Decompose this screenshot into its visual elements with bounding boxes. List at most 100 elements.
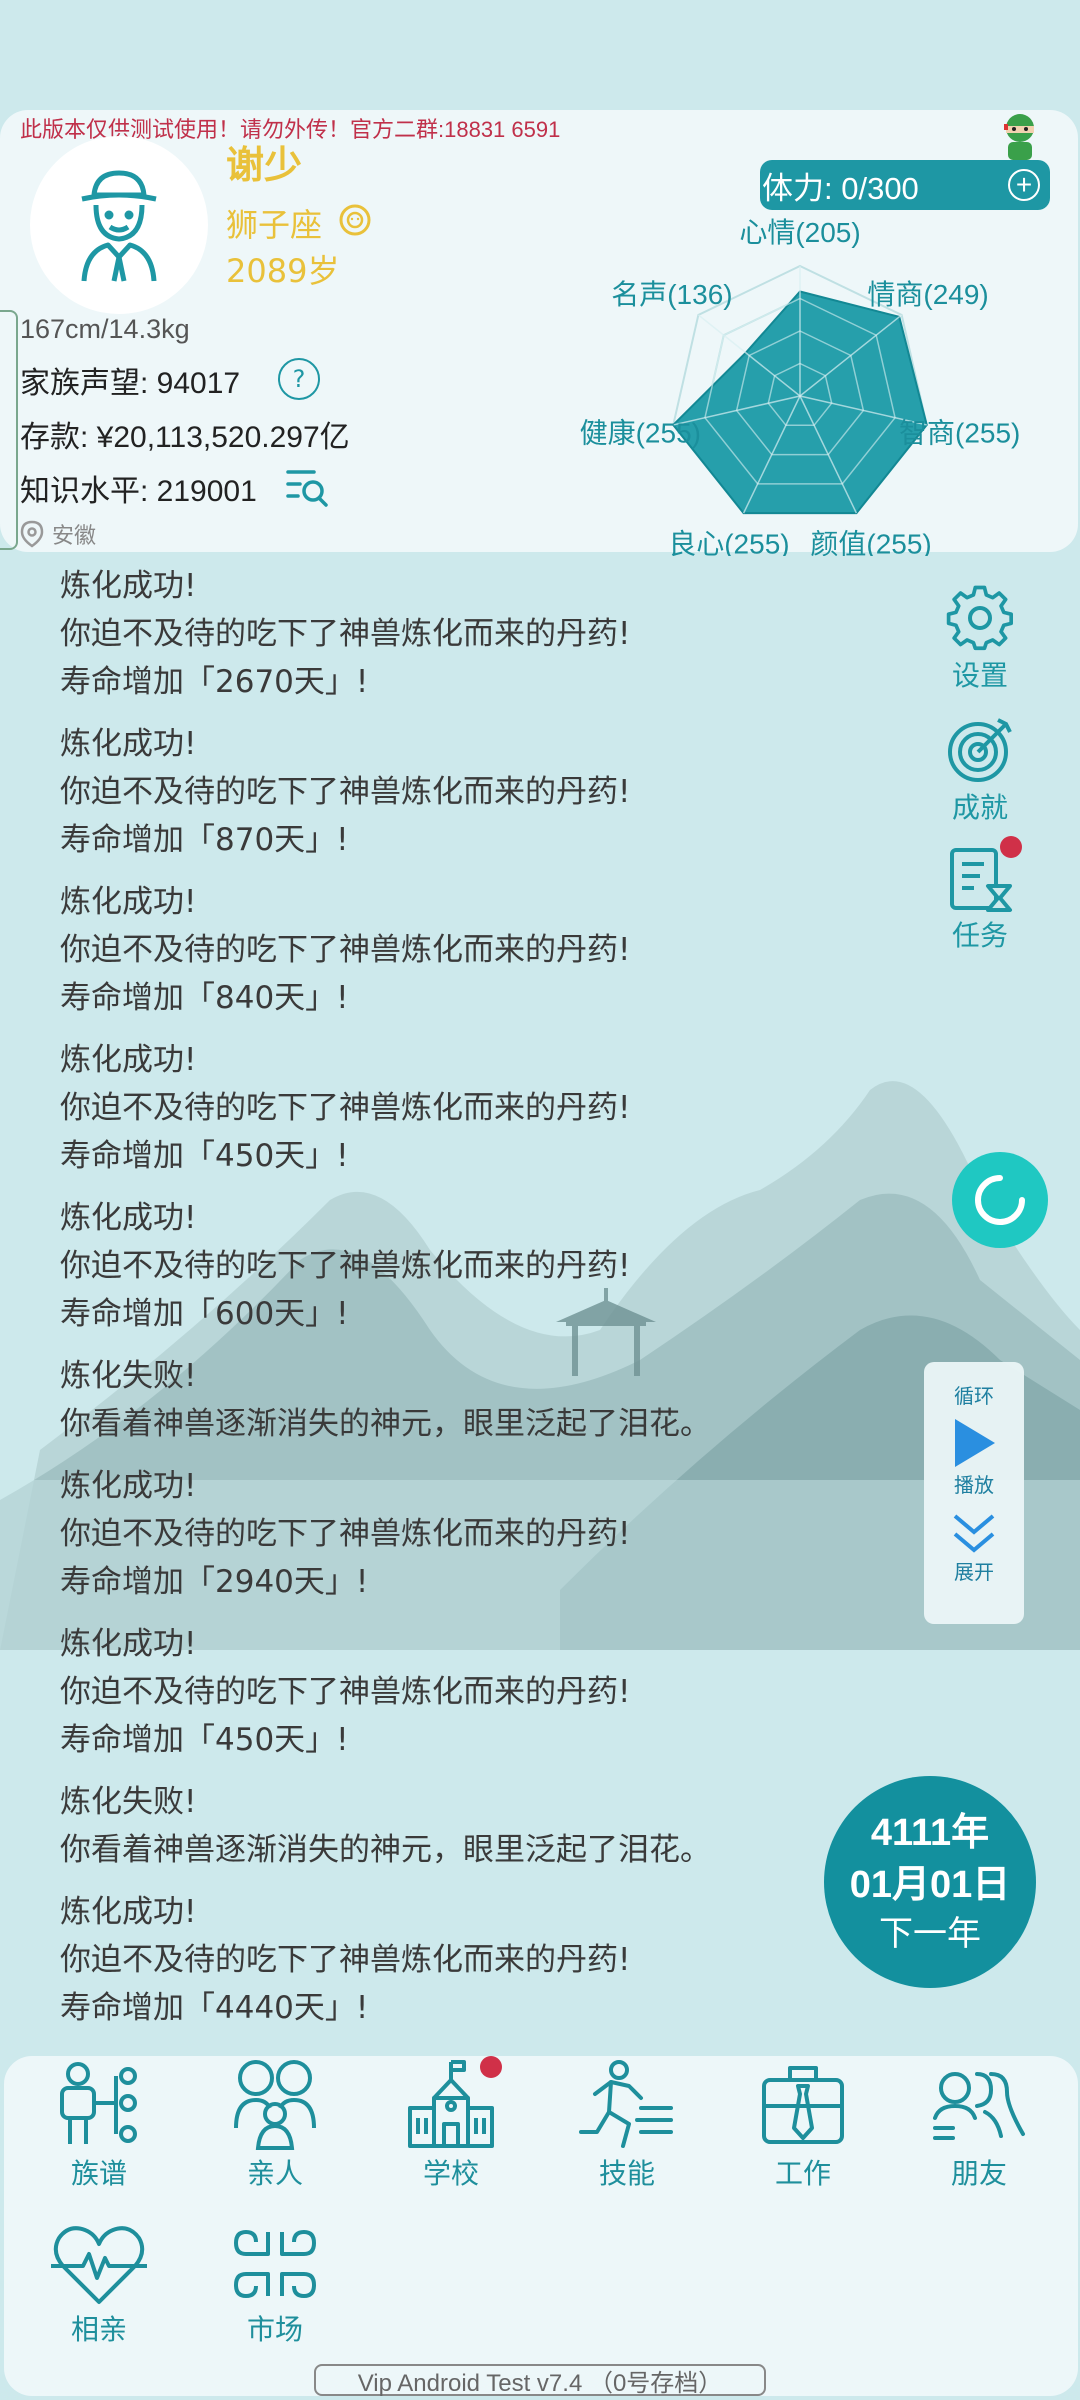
nav-relatives[interactable]: 亲人: [200, 2058, 350, 2192]
log-line: 炼化成功!: [60, 1626, 197, 1662]
target-icon: [948, 718, 1012, 782]
play-label: 播放: [954, 1473, 994, 1497]
log-line: 炼化成功!: [60, 1200, 197, 1236]
log-line: 炼化成功!: [60, 884, 197, 920]
log-entry: 炼化成功! 你迫不及待的吃下了神兽炼化而来的丹药! 寿命增加「2670天」!: [60, 562, 780, 706]
knowledge-level: 知识水平: 219001: [20, 475, 257, 508]
location-pin-icon: [20, 520, 44, 548]
tasks-label: 任务: [951, 919, 1008, 952]
nav-dating-label: 相亲: [70, 2313, 127, 2346]
log-line: 炼化成功!: [60, 1894, 197, 1930]
log-line: 炼化成功!: [60, 726, 197, 762]
settings-button[interactable]: 设置: [940, 582, 1020, 694]
tasks-button[interactable]: 任务: [940, 842, 1020, 954]
nav-genealogy[interactable]: 族谱: [24, 2058, 174, 2192]
current-date: 01月01日: [849, 1864, 1011, 1906]
nav-work[interactable]: 工作: [728, 2058, 878, 2192]
log-line: 炼化失败!: [60, 1358, 197, 1394]
nav-friends-label: 朋友: [950, 2157, 1007, 2190]
settings-label: 设置: [951, 659, 1008, 692]
leo-lion-icon: [339, 204, 371, 236]
running-person-icon: [579, 2060, 673, 2148]
nav-market[interactable]: 市场: [200, 2222, 350, 2348]
radar-label: 颜值(255): [810, 529, 931, 556]
log-line: 你迫不及待的吃下了神兽炼化而来的丹药!: [60, 1674, 631, 1710]
expand-label: 展开: [954, 1560, 994, 1584]
attribute-radar-chart: 心情(205)情商(249) 智商(255) 颜值(255) 良心(255) 健康(25…: [580, 217, 1021, 556]
search-list-icon[interactable]: [284, 466, 330, 508]
version-info: Vip Android Test v7.4 （0号存档）: [314, 2364, 766, 2397]
location-name: 安徽: [52, 524, 97, 549]
log-line: 寿命增加「840天」!: [60, 980, 349, 1016]
zodiac-sign: 狮子座: [226, 206, 323, 244]
log-line: 炼化成功!: [60, 568, 197, 604]
log-line: 你迫不及待的吃下了神兽炼化而来的丹药!: [60, 774, 631, 810]
log-entry: 炼化失败! 你看着神兽逐渐消失的神元，眼里泛起了泪花。: [60, 1778, 780, 1874]
nav-school[interactable]: 学校: [376, 2058, 526, 2192]
log-line: 你看着神兽逐渐消失的神元，眼里泛起了泪花。: [60, 1832, 711, 1868]
help-question-icon[interactable]: ?: [278, 358, 320, 400]
nav-dating[interactable]: 相亲: [24, 2222, 174, 2348]
log-entry: 炼化失败! 你看着神兽逐渐消失的神元，眼里泛起了泪花。: [60, 1352, 780, 1448]
log-line: 寿命增加「600天」!: [60, 1296, 349, 1332]
location: 安徽: [20, 518, 96, 550]
log-entry: 炼化成功! 你迫不及待的吃下了神兽炼化而来的丹药! 寿命增加「870天」!: [60, 720, 780, 864]
log-line: 寿命增加「450天」!: [60, 1138, 349, 1174]
log-line: 寿命增加「4440天」!: [60, 1990, 369, 2026]
log-line: 你迫不及待的吃下了神兽炼化而来的丹药!: [60, 932, 631, 968]
nav-skills-label: 技能: [598, 2157, 655, 2190]
radar-label: 良心(255): [668, 529, 789, 556]
achievements-button[interactable]: 成就: [940, 714, 1020, 826]
friends-group-icon: [933, 2072, 1025, 2140]
character-age: 2089岁: [226, 252, 340, 290]
nav-work-label: 工作: [774, 2157, 831, 2190]
current-year: 4111年: [870, 1812, 990, 1854]
savings: 存款: ¥20,113,520.297亿: [20, 421, 350, 454]
loop-toggle[interactable]: 循环: [924, 1380, 1024, 1409]
log-line: 炼化成功!: [60, 1042, 197, 1078]
height-weight: 167cm/14.3kg: [20, 314, 190, 344]
next-year-button[interactable]: 4111年 01月01日 下一年: [824, 1776, 1036, 1988]
radar-label: 心情(205): [739, 217, 860, 248]
nav-skills[interactable]: 技能: [552, 2058, 702, 2192]
refresh-icon: [975, 1175, 1025, 1225]
nav-market-label: 市场: [246, 2313, 303, 2346]
log-line: 寿命增加「870天」!: [60, 822, 349, 858]
left-drawer-handle[interactable]: [0, 310, 18, 550]
man-with-hat-avatar-icon: [81, 170, 157, 282]
radar-label: 名声(136): [611, 279, 732, 310]
add-stamina-icon[interactable]: +: [1008, 169, 1040, 201]
achievements-label: 成就: [951, 791, 1008, 824]
log-line: 你迫不及待的吃下了神兽炼化而来的丹药!: [60, 1942, 631, 1978]
heartbeat-heart-icon: [51, 2226, 147, 2304]
log-line: 寿命增加「450天」!: [60, 1722, 349, 1758]
play-icon[interactable]: [951, 1417, 997, 1469]
log-line: 你看着神兽逐渐消失的神元，眼里泛起了泪花。: [60, 1406, 711, 1442]
tasks-notification-badge: [1000, 836, 1022, 858]
log-entry: 炼化成功! 你迫不及待的吃下了神兽炼化而来的丹药! 寿命增加「450天」!: [60, 1620, 780, 1764]
green-ninja-mascot-icon[interactable]: [998, 112, 1042, 162]
character-name: 谢少: [226, 143, 303, 187]
stamina-bar[interactable]: 体力: 0/300 +: [760, 160, 1050, 210]
log-entry: 炼化成功! 你迫不及待的吃下了神兽炼化而来的丹药! 寿命增加「4440天」!: [60, 1888, 780, 2032]
stamina-label: 体力: 0/300: [762, 170, 919, 206]
expand-chevron-icon[interactable]: [951, 1512, 997, 1556]
event-log: 炼化成功! 你迫不及待的吃下了神兽炼化而来的丹药! 寿命增加「2670天」! 炼化成功…: [60, 562, 780, 2046]
market-grid-icon: [234, 2230, 316, 2298]
nav-school-label: 学校: [422, 2157, 479, 2190]
school-notification-badge: [480, 2056, 502, 2078]
radar-label: 智商(255): [899, 417, 1020, 448]
log-line: 你迫不及待的吃下了神兽炼化而来的丹药!: [60, 1090, 631, 1126]
log-entry: 炼化成功! 你迫不及待的吃下了神兽炼化而来的丹药! 寿命增加「450天」!: [60, 1036, 780, 1180]
log-line: 寿命增加「2940天」!: [60, 1564, 369, 1600]
log-entry: 炼化成功! 你迫不及待的吃下了神兽炼化而来的丹药! 寿命增加「2940天」!: [60, 1462, 780, 1606]
log-line: 炼化成功!: [60, 1468, 197, 1504]
log-line: 寿命增加「2670天」!: [60, 664, 369, 700]
character-avatar[interactable]: [30, 136, 208, 314]
refresh-button[interactable]: [952, 1152, 1048, 1248]
nav-genealogy-label: 族谱: [70, 2157, 127, 2190]
radar-label: 健康(255): [580, 417, 701, 448]
nav-friends[interactable]: 朋友: [904, 2058, 1054, 2192]
log-line: 你迫不及待的吃下了神兽炼化而来的丹药!: [60, 1248, 631, 1284]
log-entry: 炼化成功! 你迫不及待的吃下了神兽炼化而来的丹药! 寿命增加「840天」!: [60, 878, 780, 1022]
